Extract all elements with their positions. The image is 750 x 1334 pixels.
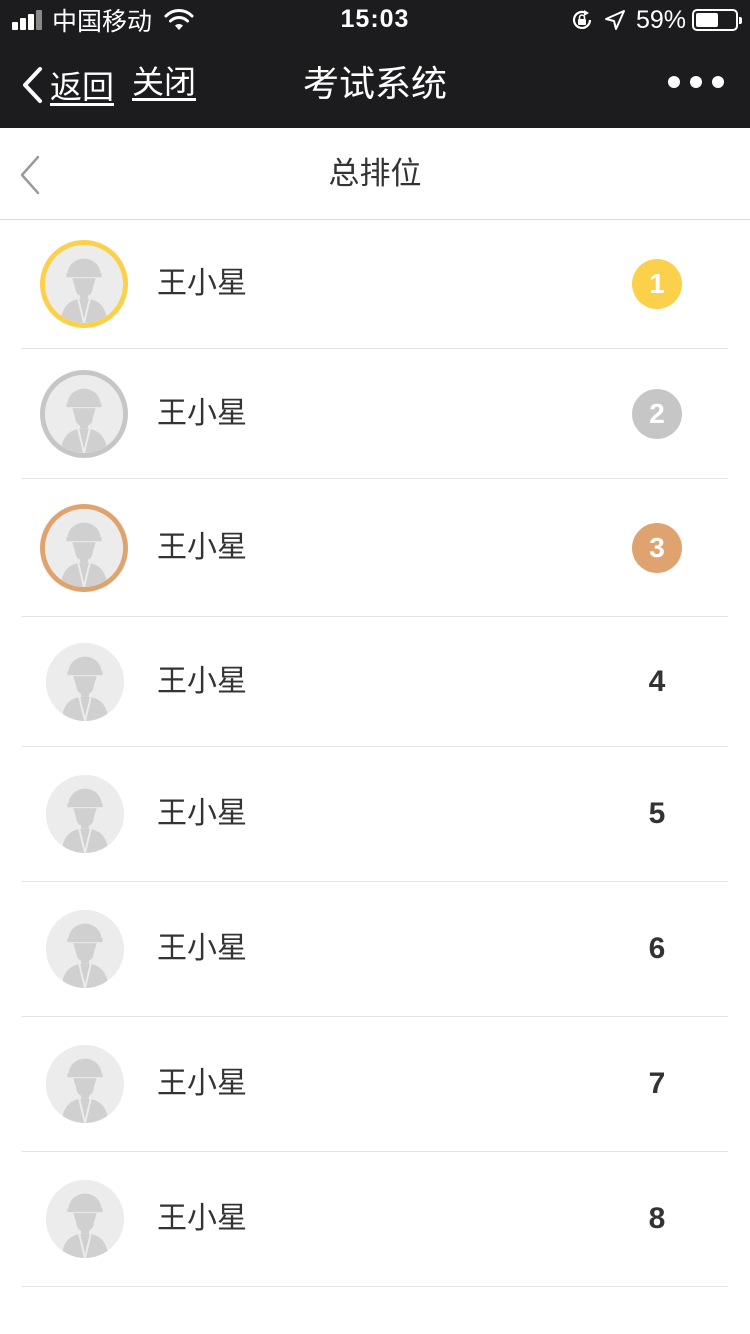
rank-badge-silver: 2 — [632, 388, 682, 439]
ranking-row[interactable]: 王小星 6 — [22, 882, 728, 1017]
ranking-row[interactable]: 王小星 5 — [22, 747, 728, 882]
status-bar-right: 59% — [570, 5, 742, 35]
ranking-row[interactable]: 王小星 7 — [22, 1017, 728, 1152]
battery-fill — [696, 13, 719, 27]
student-name: 王小星 — [157, 1202, 247, 1235]
page-title: 总排位 — [328, 156, 422, 191]
worker-avatar-icon — [46, 775, 124, 853]
avatar — [46, 642, 124, 721]
rank-number: 5 — [648, 797, 666, 830]
worker-avatar-icon — [45, 508, 123, 587]
more-dots-icon[interactable] — [658, 76, 724, 88]
student-name: 王小星 — [157, 797, 247, 830]
rank-badge-gold: 1 — [632, 259, 682, 309]
status-bar: 中国移动 15:03 59% — [0, 0, 750, 40]
avatar — [46, 1045, 124, 1123]
worker-avatar-icon — [46, 1180, 124, 1258]
battery-percent: 59% — [635, 5, 686, 34]
rank-badge-bronze: 3 — [632, 522, 682, 573]
ranking-row[interactable]: 王小星 1 — [22, 220, 728, 349]
student-name: 王小星 — [157, 396, 247, 430]
page-header: 总排位 — [0, 128, 750, 220]
nav-bar: 返回 关闭 考试系统 — [0, 40, 750, 128]
avatar — [40, 240, 128, 328]
student-name: 王小星 — [157, 1067, 247, 1100]
worker-avatar-icon — [45, 245, 123, 323]
rank-number: 7 — [648, 1067, 666, 1100]
ranking-row[interactable]: 王小星 2 — [22, 349, 728, 479]
worker-avatar-icon — [46, 642, 124, 721]
rank-number: 8 — [648, 1202, 666, 1235]
student-name: 王小星 — [157, 932, 247, 965]
avatar — [46, 1180, 124, 1258]
ranking-row[interactable]: 王小星 8 — [22, 1152, 728, 1287]
worker-avatar-icon — [45, 374, 123, 453]
avatar — [46, 775, 124, 853]
worker-avatar-icon — [46, 1045, 124, 1123]
avatar — [46, 910, 124, 988]
rank-number: 4 — [648, 664, 666, 698]
student-name: 王小星 — [157, 267, 247, 300]
orientation-lock-icon — [572, 10, 592, 29]
avatar — [40, 369, 128, 458]
location-arrow-icon — [604, 10, 625, 30]
avatar — [40, 503, 128, 592]
rank-number: 6 — [648, 932, 666, 965]
worker-avatar-icon — [46, 910, 124, 988]
ranking-row[interactable]: 王小星 3 — [22, 479, 728, 617]
student-name: 王小星 — [157, 530, 247, 564]
ranking-list: 王小星 1 王小星 2 王小星 3 王小星 4 王小星 5 王小星 6 王小星 … — [0, 220, 750, 1287]
battery-icon — [692, 9, 742, 31]
student-name: 王小星 — [157, 664, 247, 698]
ranking-row[interactable]: 王小星 4 — [22, 617, 728, 747]
nav-title: 考试系统 — [302, 63, 447, 104]
